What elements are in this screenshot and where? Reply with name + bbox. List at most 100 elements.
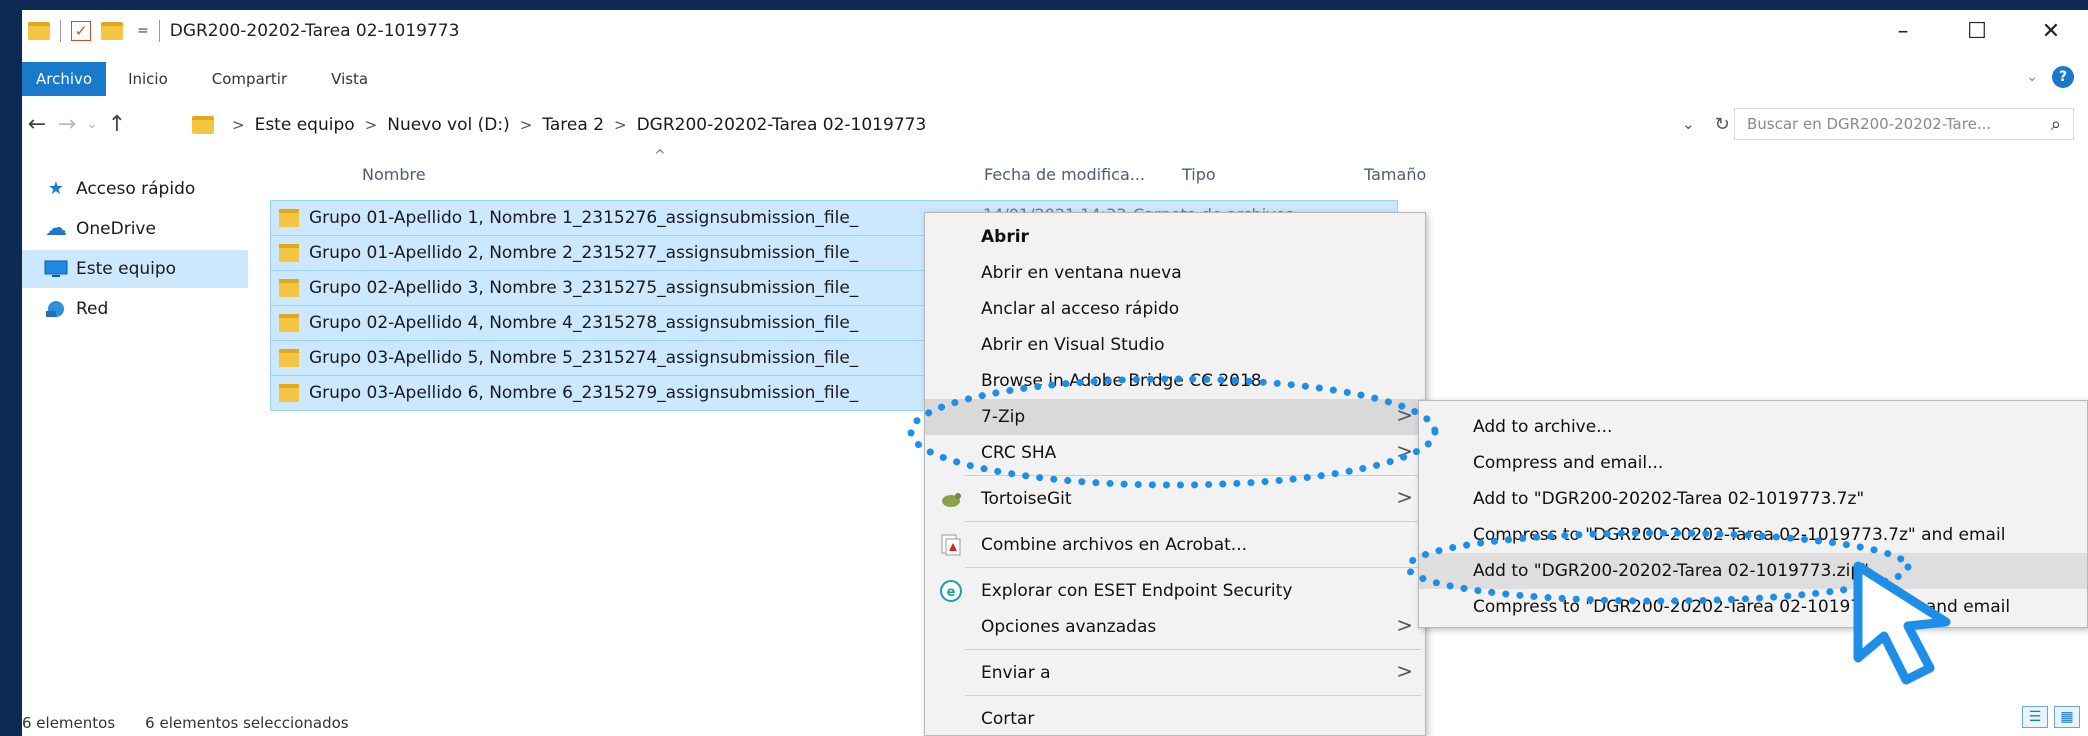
menu-item-7zip[interactable]: 7-Zip >: [925, 399, 1425, 435]
menu-item-label: TortoiseGit: [981, 489, 1072, 509]
menu-divider: [965, 475, 1421, 476]
menu-item-label: Browse in Adobe Bridge CC 2018: [981, 371, 1262, 391]
refresh-icon[interactable]: ↻: [1715, 114, 1730, 135]
folder-icon: [279, 314, 299, 332]
toolbar-divider: [60, 20, 61, 42]
folder-icon: [279, 349, 299, 367]
menu-item-label: Compress and email...: [1473, 453, 1664, 473]
menu-item-crc-sha[interactable]: CRC SHA >: [925, 435, 1425, 471]
new-folder-icon[interactable]: [101, 22, 123, 40]
column-header-name[interactable]: Nombre: [362, 158, 426, 190]
file-name: Grupo 02-Apellido 3, Nombre 3_2315275_as…: [309, 278, 859, 298]
menu-item-anclar-acceso-rapido[interactable]: Anclar al acceso rápido: [925, 291, 1425, 327]
view-toggle: ☰ ▦: [2022, 706, 2080, 728]
quick-access-toolbar: ✓ =: [28, 20, 160, 42]
menu-item-eset-scan[interactable]: e Explorar con ESET Endpoint Security: [925, 573, 1425, 609]
breadcrumb-nuevo-vol[interactable]: Nuevo vol (D:): [387, 115, 510, 135]
tab-vista[interactable]: Vista: [309, 62, 390, 96]
tab-inicio[interactable]: Inicio: [106, 62, 190, 96]
sidebar-item-acceso-rapido[interactable]: ★ Acceso rápido: [22, 170, 248, 208]
minimize-button[interactable]: –: [1866, 10, 1940, 52]
folder-icon: [279, 209, 299, 227]
search-input[interactable]: Buscar en DGR200-20202-Tare...: [1747, 115, 1991, 133]
file-name: Grupo 03-Apellido 5, Nombre 5_2315274_as…: [309, 348, 859, 368]
menu-item-label: Compress to "DGR200-20202-Tarea 02-10197…: [1473, 525, 2006, 545]
folder-icon: [279, 244, 299, 262]
history-dropdown-icon[interactable]: ⌄: [1682, 115, 1695, 133]
menu-item-cortar[interactable]: Cortar: [925, 701, 1425, 736]
submenu-item-add-to-archive[interactable]: Add to archive...: [1419, 409, 2087, 445]
sidebar-item-onedrive[interactable]: ☁ OneDrive: [22, 210, 248, 248]
crumb-separator[interactable]: >: [365, 116, 378, 134]
address-actions: ⌄ ↻: [1682, 104, 1730, 144]
folder-icon: [28, 22, 50, 40]
menu-item-label: Abrir: [981, 227, 1029, 247]
column-header-label: Nombre: [362, 164, 426, 184]
submenu-item-compress-zip-email[interactable]: Compress to "DGR200-20202-Tarea 02-10197…: [1419, 589, 2087, 625]
menu-item-label: Cortar: [981, 709, 1035, 729]
submenu-item-compress-7z-email[interactable]: Compress to "DGR200-20202-Tarea 02-10197…: [1419, 517, 2087, 553]
menu-item-abrir-visual-studio[interactable]: Abrir en Visual Studio: [925, 327, 1425, 363]
window-controls: – ☐ ✕: [1866, 10, 2088, 52]
menu-item-combine-acrobat[interactable]: Combine archivos en Acrobat...: [925, 527, 1425, 563]
customize-quick-access-dropdown[interactable]: =: [137, 23, 149, 39]
column-header-date[interactable]: Fecha de modifica...: [984, 158, 1145, 190]
address-bar[interactable]: > Este equipo > Nuevo vol (D:) > Tarea 2…: [192, 110, 1722, 140]
sidebar-item-label: Acceso rápido: [76, 179, 196, 199]
menu-item-opciones-avanzadas[interactable]: Opciones avanzadas >: [925, 609, 1425, 645]
context-menu: Abrir Abrir en ventana nueva Anclar al a…: [924, 212, 1426, 736]
expand-ribbon-icon[interactable]: ⌄: [2026, 69, 2038, 85]
submenu-item-compress-email[interactable]: Compress and email...: [1419, 445, 2087, 481]
back-button[interactable]: ←: [22, 112, 52, 137]
column-header-size[interactable]: Tamaño: [1364, 158, 1426, 190]
navigation-pane: ★ Acceso rápido ☁ OneDrive Este equipo R…: [22, 170, 248, 330]
svg-text:e: e: [947, 585, 956, 600]
breadcrumb-current-folder[interactable]: DGR200-20202-Tarea 02-1019773: [637, 115, 927, 135]
menu-item-label: Opciones avanzadas: [981, 617, 1157, 637]
sidebar-item-label: OneDrive: [76, 219, 156, 239]
breadcrumb-este-equipo[interactable]: Este equipo: [255, 115, 355, 135]
file-name: Grupo 01-Apellido 1, Nombre 1_2315276_as…: [309, 208, 859, 228]
column-header-label: Tamaño: [1364, 164, 1427, 184]
menu-item-label: Add to archive...: [1473, 417, 1613, 437]
search-icon[interactable]: ⌕: [2051, 114, 2061, 135]
computer-icon: [44, 259, 68, 279]
tab-compartir[interactable]: Compartir: [190, 62, 309, 96]
menu-item-label: Add to "DGR200-20202-Tarea 02-1019773.zi…: [1473, 561, 1869, 581]
column-header-label: Fecha de modifica...: [984, 164, 1145, 184]
menu-item-adobe-bridge[interactable]: Browse in Adobe Bridge CC 2018: [925, 363, 1425, 399]
menu-item-label: Explorar con ESET Endpoint Security: [981, 581, 1293, 601]
help-icon[interactable]: ?: [2052, 66, 2074, 88]
tab-archivo[interactable]: Archivo: [22, 62, 107, 96]
toolbar-divider: [158, 20, 160, 42]
crumb-separator[interactable]: >: [520, 116, 533, 134]
folder-icon: [192, 116, 214, 134]
search-box[interactable]: Buscar en DGR200-20202-Tare... ⌕: [1734, 108, 2074, 140]
tortoisegit-icon: [939, 487, 963, 511]
column-header-type[interactable]: Tipo: [1182, 158, 1216, 190]
forward-button[interactable]: →: [52, 112, 82, 137]
sidebar-item-este-equipo[interactable]: Este equipo: [22, 250, 248, 288]
details-view-icon[interactable]: ☰: [2022, 706, 2048, 728]
breadcrumb-tarea-2[interactable]: Tarea 2: [542, 115, 604, 135]
menu-item-label: 7-Zip: [981, 407, 1026, 427]
ribbon-right: ⌄ ?: [2026, 66, 2074, 88]
menu-item-abrir-ventana-nueva[interactable]: Abrir en ventana nueva: [925, 255, 1425, 291]
recent-locations-button[interactable]: ⌄: [82, 116, 102, 132]
large-icons-view-icon[interactable]: ▦: [2054, 706, 2080, 728]
file-name: Grupo 03-Apellido 6, Nombre 6_2315279_as…: [309, 383, 859, 403]
properties-check-icon[interactable]: ✓: [71, 21, 91, 41]
menu-item-label: Abrir en ventana nueva: [981, 263, 1182, 283]
submenu-item-add-zip[interactable]: Add to "DGR200-20202-Tarea 02-1019773.zi…: [1419, 553, 2087, 589]
maximize-button[interactable]: ☐: [1940, 10, 2014, 52]
window-title: DGR200-20202-Tarea 02-1019773: [169, 21, 460, 41]
crumb-separator[interactable]: >: [614, 116, 627, 134]
sidebar-item-red[interactable]: Red: [22, 290, 248, 328]
menu-item-tortoisegit[interactable]: TortoiseGit >: [925, 481, 1425, 517]
menu-item-abrir[interactable]: Abrir: [925, 219, 1425, 255]
submenu-arrow-icon: >: [1396, 485, 1413, 509]
submenu-item-add-7z[interactable]: Add to "DGR200-20202-Tarea 02-1019773.7z…: [1419, 481, 2087, 517]
close-button[interactable]: ✕: [2014, 10, 2088, 52]
up-button[interactable]: ↑: [102, 112, 132, 137]
menu-item-enviar-a[interactable]: Enviar a >: [925, 655, 1425, 691]
